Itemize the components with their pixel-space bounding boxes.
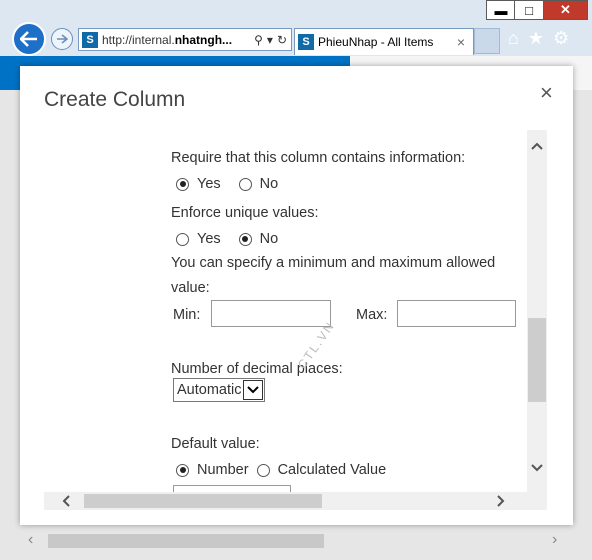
required-label: Require that this column contains inform… <box>171 150 466 166</box>
maximize-button[interactable]: □ <box>514 0 543 20</box>
min-input[interactable] <box>211 300 331 327</box>
default-value-input[interactable] <box>173 485 291 492</box>
decimal-places-select[interactable]: Automatic <box>173 378 266 402</box>
tab-close-icon[interactable]: × <box>457 34 465 50</box>
new-tab-button[interactable] <box>474 28 500 54</box>
unique-label: Enforce unique values: <box>171 205 319 221</box>
unique-no-radio[interactable] <box>238 232 252 246</box>
required-yes-radio[interactable] <box>176 177 189 191</box>
default-calculated-label[interactable]: Calculated Value <box>278 462 387 478</box>
minmax-label: You can specify a minimum and maximum al… <box>171 255 496 271</box>
page-scroll-thumb[interactable] <box>48 534 324 548</box>
default-type-radio-group: Number Calculated Value <box>176 462 386 478</box>
dialog-close-icon[interactable]: × <box>540 80 553 106</box>
scroll-up-icon[interactable] <box>531 138 543 153</box>
forward-button[interactable] <box>51 28 73 50</box>
sharepoint-icon: S <box>298 34 314 50</box>
max-input[interactable] <box>397 300 516 327</box>
browser-chrome: ▬ □ ✕ S http://internal.nhatngh... ⚲ ▾ ↻… <box>0 0 592 56</box>
address-url: http://internal.nhatngh... <box>102 32 233 47</box>
dialog-vertical-scrollbar[interactable] <box>527 130 547 492</box>
forward-arrow-icon <box>57 34 68 44</box>
horizontal-scroll-thumb[interactable] <box>84 494 322 508</box>
default-number-radio[interactable] <box>176 463 189 477</box>
unique-yes-radio[interactable] <box>176 232 189 246</box>
max-label: Max: <box>356 307 388 323</box>
dialog-content-frame: Require that this column contains inform… <box>44 130 548 492</box>
decimal-label: Number of decimal places: <box>171 361 343 377</box>
default-value-label: Default value: <box>171 436 260 452</box>
default-number-label[interactable]: Number <box>197 462 249 478</box>
tab-phieunhap[interactable]: S PhieuNhap - All Items × <box>294 28 474 55</box>
minmax-label-cont: value: <box>171 280 210 296</box>
sharepoint-icon: S <box>82 31 98 48</box>
minimize-button[interactable]: ▬ <box>486 0 515 20</box>
favorites-star-icon[interactable]: ★ <box>528 28 544 49</box>
required-no-radio[interactable] <box>238 177 252 191</box>
dropdown-icon[interactable]: ▾ <box>267 33 273 47</box>
refresh-icon[interactable]: ↻ <box>277 33 287 47</box>
scroll-down-icon[interactable] <box>531 460 543 475</box>
unique-radio-group: Yes No <box>176 231 278 247</box>
address-bar[interactable]: S http://internal.nhatngh... ⚲ ▾ ↻ <box>78 28 292 51</box>
min-label: Min: <box>173 307 201 323</box>
scroll-right-icon[interactable] <box>497 492 505 513</box>
required-radio-group: Yes No <box>176 176 278 192</box>
page-scroll-left-icon[interactable]: ‹ <box>28 531 33 549</box>
default-calculated-radio[interactable] <box>256 463 270 477</box>
home-icon[interactable]: ⌂ <box>508 28 519 49</box>
back-button[interactable] <box>12 22 46 56</box>
tab-title: PhieuNhap - All Items <box>318 35 434 49</box>
scroll-left-icon[interactable] <box>62 492 70 513</box>
required-no-label[interactable]: No <box>260 176 279 192</box>
settings-gear-icon[interactable]: ⚙ <box>553 28 569 49</box>
page-scroll-right-icon[interactable]: › <box>552 531 557 549</box>
required-yes-label[interactable]: Yes <box>197 176 221 192</box>
dialog-horizontal-scrollbar[interactable] <box>44 492 547 510</box>
page-horizontal-scrollbar[interactable] <box>20 531 572 551</box>
decimal-selected-value: Automatic <box>177 382 242 398</box>
back-arrow-icon <box>20 31 37 47</box>
unique-no-label[interactable]: No <box>260 231 279 247</box>
chevron-down-icon[interactable] <box>243 380 264 400</box>
search-icon[interactable]: ⚲ <box>254 33 263 47</box>
unique-yes-label[interactable]: Yes <box>197 231 221 247</box>
create-column-dialog: Create Column × Require that this column… <box>20 66 573 525</box>
close-window-button[interactable]: ✕ <box>543 0 588 20</box>
dialog-title: Create Column <box>44 88 186 111</box>
vertical-scroll-thumb[interactable] <box>528 318 546 402</box>
